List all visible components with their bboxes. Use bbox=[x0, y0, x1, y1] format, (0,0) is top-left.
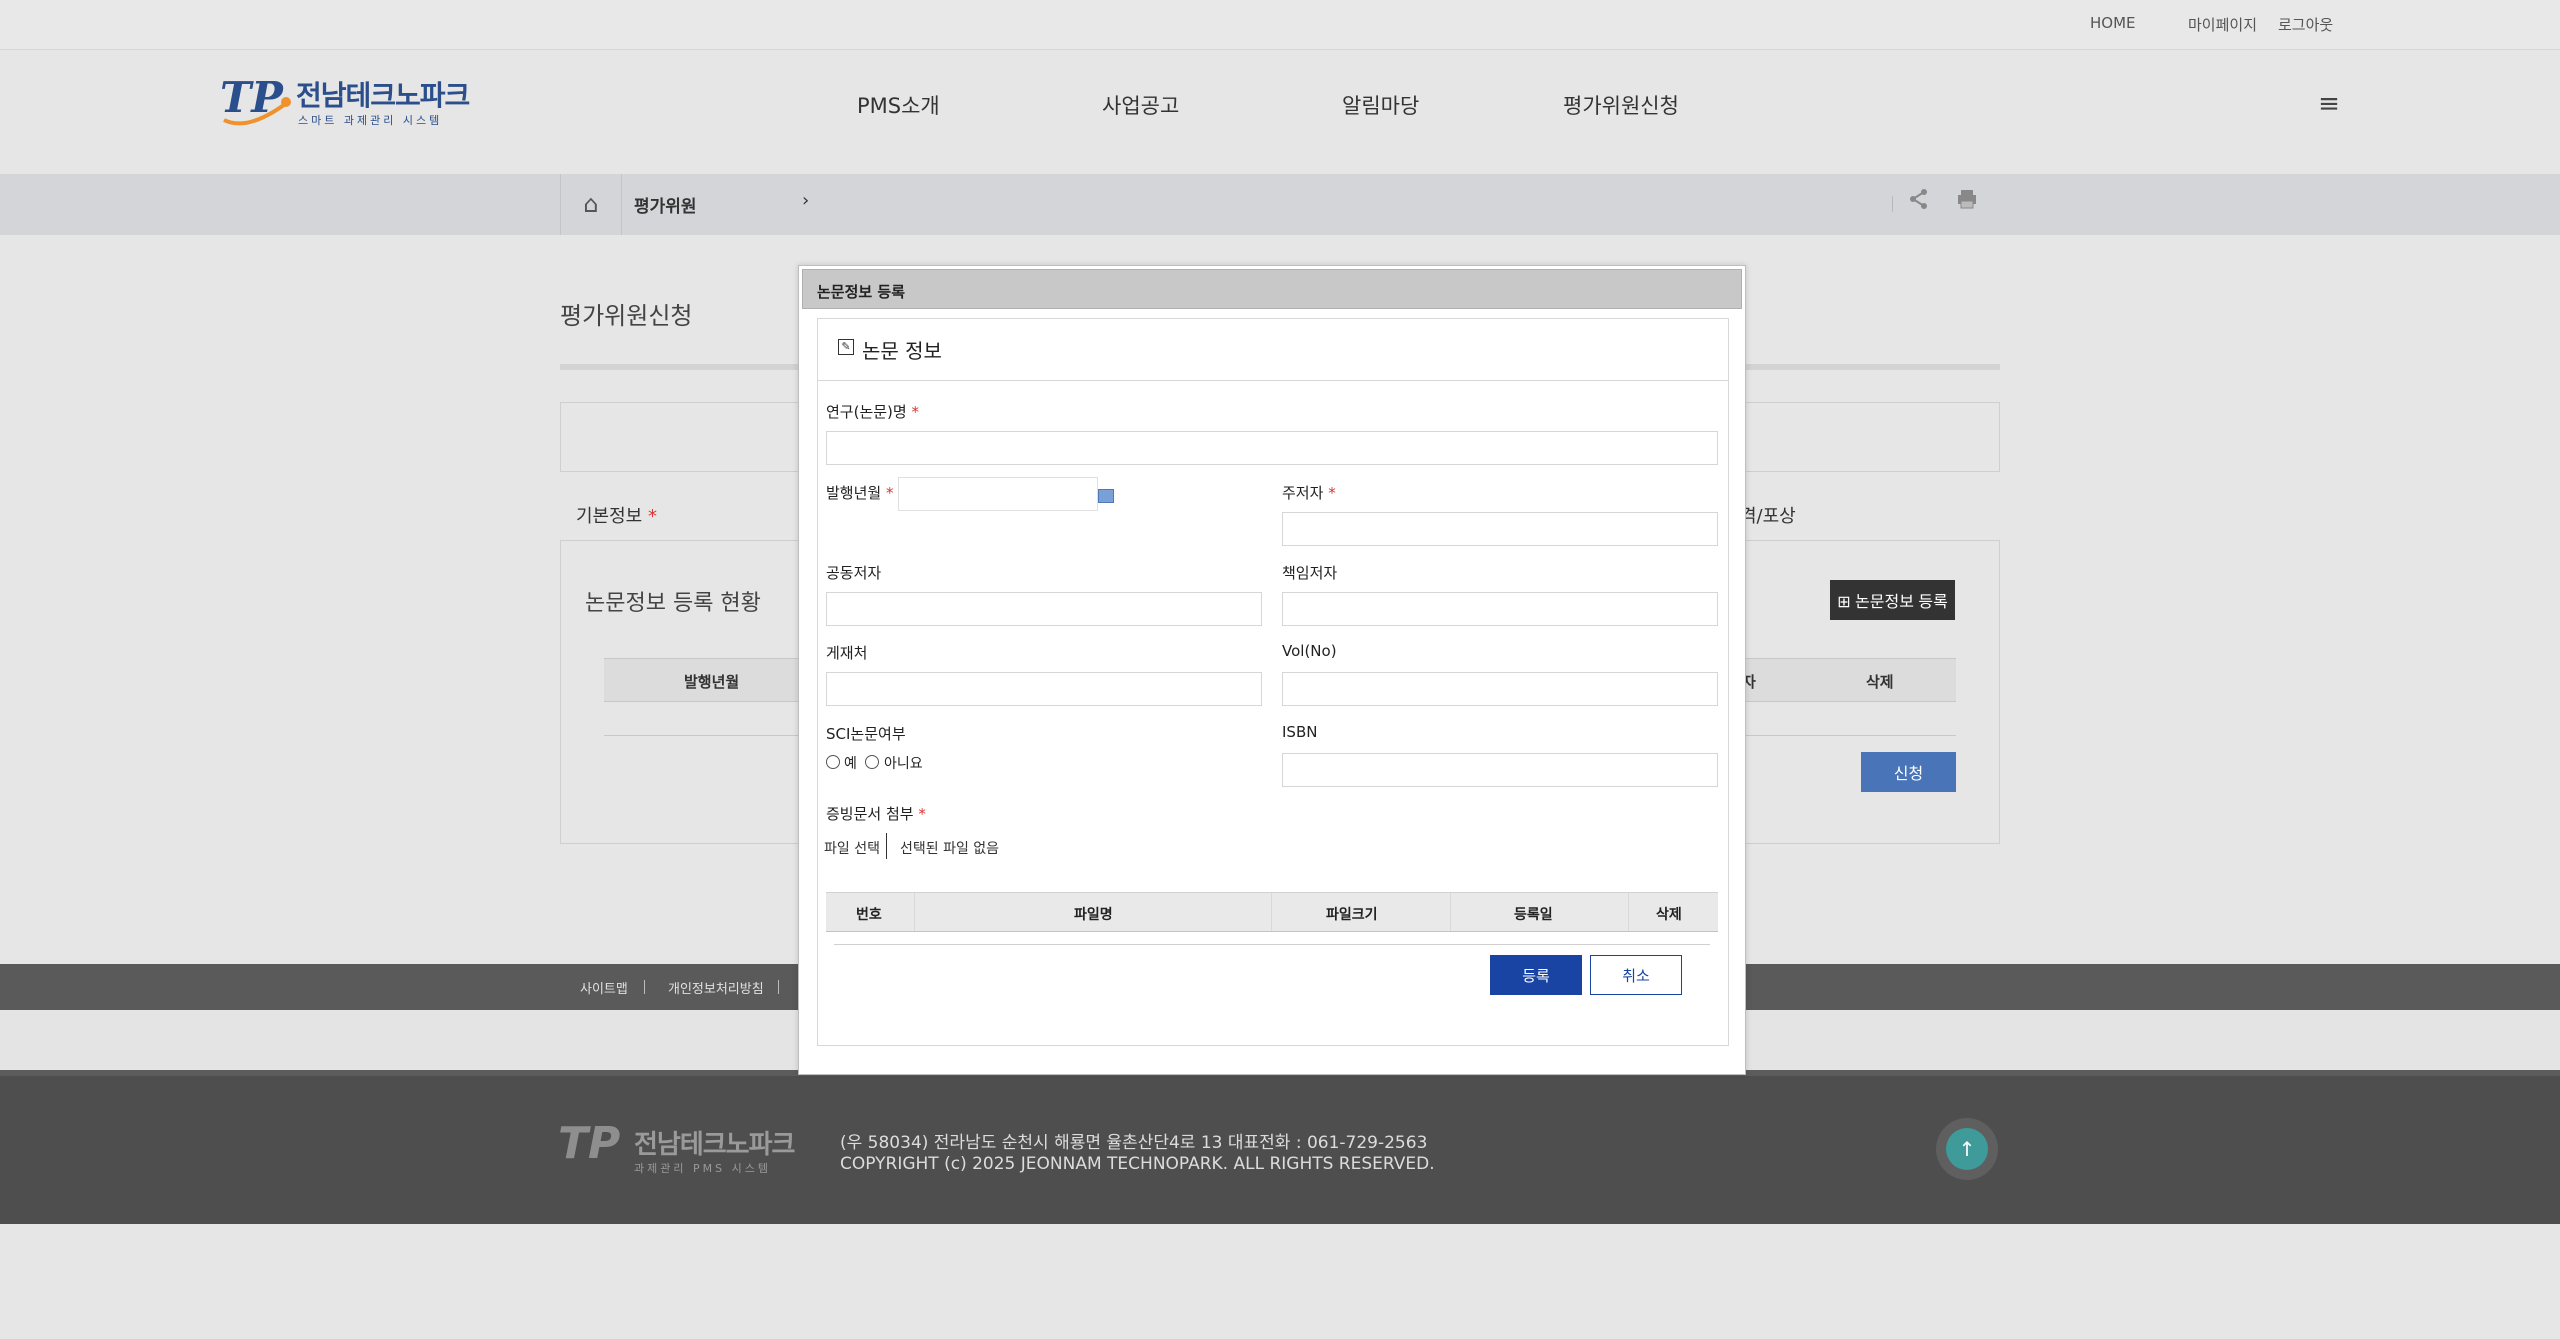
footer-copyright: COPYRIGHT (c) 2025 JEONNAM TECHNOPARK. A… bbox=[840, 1154, 1435, 1174]
apply-button[interactable]: 신청 bbox=[1861, 752, 1956, 792]
privacy-link[interactable]: 개인정보처리방침 bbox=[668, 978, 764, 997]
section-award: 격/포상 bbox=[1740, 506, 1796, 527]
register-paper-button[interactable]: ⊞ 논문정보 등록 bbox=[1830, 580, 1955, 620]
col-number: 번호 bbox=[856, 907, 882, 923]
footer-address: (우 58034) 전라남도 순천시 해룡면 율촌산단4로 13 대표전화 : … bbox=[840, 1133, 1428, 1153]
site-header: TP 전남테크노파크 스마트 과제관리 시스템 PMS소개 사업공고 알림마당 … bbox=[0, 50, 2560, 174]
required-mark: * bbox=[647, 506, 657, 527]
form-header: ✎ 논문 정보 bbox=[818, 319, 1728, 381]
sci-yes-label[interactable]: 예 bbox=[844, 753, 857, 773]
svg-text:TP: TP bbox=[220, 73, 284, 122]
mypage-link[interactable]: 마이페이지 bbox=[2188, 14, 2257, 35]
section-basic-info: 기본정보 * bbox=[576, 502, 657, 528]
tp-logo-icon: TP bbox=[220, 73, 291, 126]
label-text: 연구(논문)명 bbox=[826, 403, 907, 421]
section-label: 기본정보 bbox=[576, 506, 643, 527]
hamburger-icon[interactable]: ≡ bbox=[2314, 91, 2344, 117]
main-author-label: 주저자 * bbox=[1282, 482, 1336, 503]
label-text: 증빙문서 첨부 bbox=[826, 805, 914, 823]
cancel-button[interactable]: 취소 bbox=[1590, 955, 1682, 995]
journal-label: 게재처 bbox=[826, 644, 868, 662]
col-delete: 삭제 bbox=[1656, 907, 1682, 923]
col-publish-date: 발행년월 bbox=[684, 673, 740, 691]
required-mark: * bbox=[885, 484, 894, 502]
label-text: 발행년월 bbox=[826, 484, 882, 502]
modal-title: 논문정보 등록 bbox=[817, 283, 906, 301]
col-filename: 파일명 bbox=[1074, 907, 1113, 923]
calendar-icon[interactable] bbox=[1098, 489, 1114, 503]
label-text: 주저자 bbox=[1282, 484, 1324, 502]
site-footer: TP 전남테크노파크 과제관리 PMS 시스템 (우 58034) 전라남도 순… bbox=[0, 1070, 2560, 1224]
modal-form: ✎ 논문 정보 연구(논문)명 * 발행년월 * 주저자 * 공동저자 책임저자… bbox=[817, 318, 1729, 1046]
nav-pms-intro[interactable]: PMS소개 bbox=[857, 90, 940, 120]
divider bbox=[1892, 196, 1893, 212]
journal-input[interactable] bbox=[826, 672, 1262, 706]
home-icon[interactable]: ⌂ bbox=[560, 174, 622, 235]
sitemap-link[interactable]: 사이트맵 bbox=[580, 978, 628, 997]
vol-label: Vol(No) bbox=[1282, 642, 1337, 660]
sci-no-label[interactable]: 아니요 bbox=[884, 753, 923, 773]
divider bbox=[1450, 893, 1451, 931]
vol-input[interactable] bbox=[1282, 672, 1718, 706]
footer-logo-subtext: 과제관리 PMS 시스템 bbox=[634, 1162, 771, 1175]
form-section-title: 논문 정보 bbox=[862, 339, 942, 363]
footer-logo-text: 전남테크노파크 bbox=[634, 1130, 795, 1160]
divider bbox=[1271, 893, 1272, 931]
sci-label: SCI논문여부 bbox=[826, 725, 906, 743]
main-author-input[interactable] bbox=[1282, 512, 1718, 546]
required-mark: * bbox=[911, 403, 920, 421]
modal-titlebar[interactable]: 논문정보 등록 bbox=[802, 269, 1742, 309]
logo-text: 전남테크노파크 bbox=[296, 79, 470, 112]
co-author-input[interactable] bbox=[826, 592, 1262, 626]
required-mark: * bbox=[918, 805, 926, 823]
breadcrumb: ⌂ 평가위원 › bbox=[0, 174, 2560, 235]
register-button[interactable]: 등록 bbox=[1490, 955, 1582, 995]
col-filesize: 파일크기 bbox=[1326, 907, 1378, 923]
publish-date-input[interactable] bbox=[898, 477, 1098, 511]
isbn-input[interactable] bbox=[1282, 753, 1718, 787]
footer-logo-icon: TP bbox=[558, 1118, 621, 1169]
logo-subtext: 스마트 과제관리 시스템 bbox=[298, 114, 443, 127]
top-utility-bar: HOME 마이페이지 로그아웃 bbox=[0, 0, 2560, 50]
page-bottom bbox=[0, 1224, 2560, 1339]
page-title: 평가위원신청 bbox=[560, 302, 693, 330]
nav-business-notice[interactable]: 사업공고 bbox=[1102, 90, 1179, 120]
breadcrumb-current[interactable]: 평가위원 bbox=[634, 192, 697, 217]
nav-notice-board[interactable]: 알림마당 bbox=[1342, 90, 1419, 120]
isbn-label: ISBN bbox=[1282, 723, 1318, 741]
required-mark: * bbox=[1328, 484, 1336, 502]
scroll-top-button[interactable]: ↑ bbox=[1936, 1118, 1998, 1180]
nav-evaluator-apply[interactable]: 평가위원신청 bbox=[1563, 90, 1679, 120]
publish-date-label: 발행년월 * bbox=[826, 482, 893, 503]
arrow-up-icon: ↑ bbox=[1946, 1128, 1988, 1170]
sci-yes-radio[interactable] bbox=[826, 755, 840, 769]
site-logo[interactable]: TP 전남테크노파크 스마트 과제관리 시스템 bbox=[218, 72, 470, 132]
col-reg-date: 등록일 bbox=[1514, 907, 1553, 923]
paper-register-modal: 논문정보 등록 ✎ 논문 정보 연구(논문)명 * 발행년월 * 주저자 * 공… bbox=[798, 265, 1746, 1075]
divider bbox=[778, 980, 779, 994]
file-status: 선택된 파일 없음 bbox=[900, 841, 1000, 857]
divider bbox=[644, 980, 645, 994]
logout-link[interactable]: 로그아웃 bbox=[2278, 14, 2333, 35]
print-icon[interactable] bbox=[1956, 188, 1978, 216]
divider bbox=[834, 944, 1710, 945]
research-name-label: 연구(논문)명 * bbox=[826, 401, 919, 422]
divider bbox=[886, 833, 887, 859]
research-name-input[interactable] bbox=[826, 431, 1718, 465]
divider bbox=[914, 893, 915, 931]
divider bbox=[1628, 893, 1629, 931]
file-table-header: 번호 파일명 파일크기 등록일 삭제 bbox=[826, 892, 1718, 932]
home-link[interactable]: HOME bbox=[2090, 14, 2136, 32]
corresponding-author-input[interactable] bbox=[1282, 592, 1718, 626]
attachment-label: 증빙문서 첨부 * bbox=[826, 803, 926, 824]
sci-no-radio[interactable] bbox=[865, 755, 879, 769]
chevron-right-icon[interactable]: › bbox=[802, 190, 809, 211]
corresponding-author-label: 책임저자 bbox=[1282, 564, 1338, 582]
file-select-button[interactable]: 파일 선택 bbox=[824, 838, 880, 858]
co-author-label: 공동저자 bbox=[826, 564, 882, 582]
edit-checkbox-icon: ✎ bbox=[838, 339, 854, 355]
paper-list-title: 논문정보 등록 현황 bbox=[585, 591, 761, 616]
col-delete: 삭제 bbox=[1866, 673, 1894, 691]
share-icon[interactable] bbox=[1908, 188, 1930, 216]
